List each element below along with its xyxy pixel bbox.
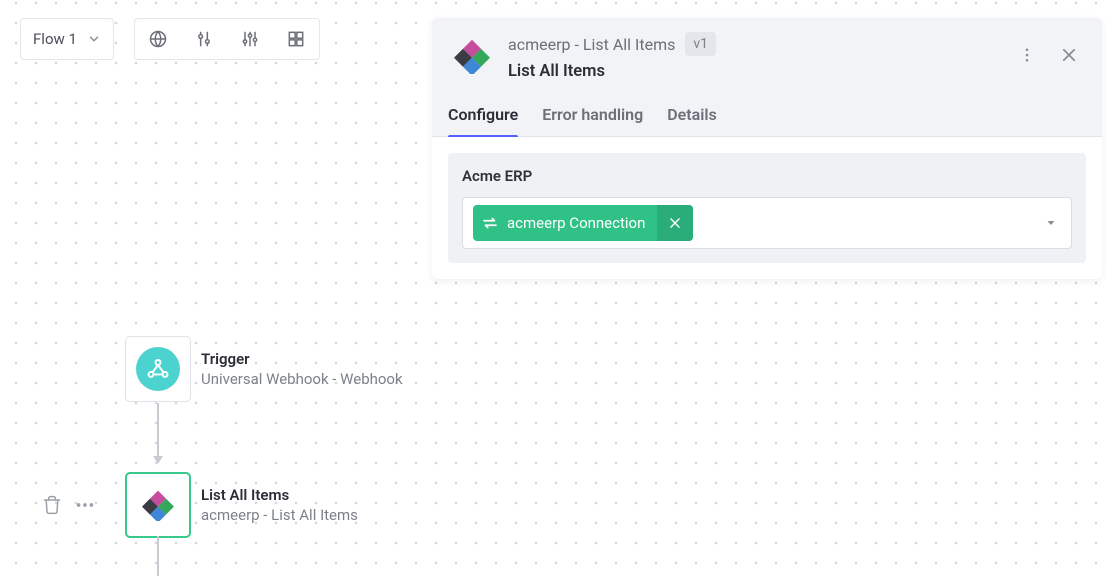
- sliders-vertical-icon: [194, 29, 214, 49]
- tab-details[interactable]: Details: [667, 105, 717, 136]
- globe-button[interactable]: [135, 19, 181, 59]
- grid-button[interactable]: [273, 19, 319, 59]
- connector-tail: [157, 536, 159, 576]
- diamond-logo-icon: [454, 38, 490, 74]
- panel-header-actions: [1010, 38, 1086, 72]
- connection-dropdown-caret[interactable]: [1045, 214, 1057, 233]
- panel-body: Acme ERP acmeerp Connection: [432, 137, 1102, 279]
- trigger-node[interactable]: Trigger Universal Webhook - Webhook: [125, 336, 403, 402]
- sliders-alt-icon: [240, 29, 260, 49]
- chevron-down-icon: [87, 32, 101, 46]
- step-subtitle: acmeerp - List All Items: [201, 506, 358, 524]
- close-icon: [1060, 46, 1078, 64]
- connection-field-block: Acme ERP acmeerp Connection: [448, 153, 1086, 263]
- panel-app-icon: [448, 32, 496, 80]
- panel-path: acmeerp - List All Items: [508, 35, 675, 54]
- panel-title-block: acmeerp - List All Items v1 List All Ite…: [508, 32, 1010, 81]
- toolbar-group: [134, 18, 320, 60]
- globe-icon: [148, 29, 168, 49]
- connection-chip-label: acmeerp Connection: [507, 214, 657, 232]
- webhook-icon: [136, 347, 180, 391]
- sliders-button[interactable]: [181, 19, 227, 59]
- grid-icon: [286, 29, 306, 49]
- step-node-card[interactable]: [125, 472, 191, 538]
- flow-selector-label: Flow 1: [33, 30, 77, 48]
- config-panel: acmeerp - List All Items v1 List All Ite…: [432, 18, 1102, 279]
- step-title: List All Items: [201, 486, 358, 504]
- caret-down-icon: [1045, 217, 1057, 229]
- close-icon: [668, 216, 682, 230]
- trigger-node-card[interactable]: [125, 336, 191, 402]
- step-more-button[interactable]: [74, 494, 96, 520]
- toolbar: Flow 1: [20, 18, 320, 60]
- panel-path-row: acmeerp - List All Items v1: [508, 32, 1010, 56]
- close-panel-button[interactable]: [1052, 38, 1086, 72]
- flow-selector[interactable]: Flow 1: [20, 18, 114, 60]
- delete-step-button[interactable]: [42, 495, 62, 519]
- more-button[interactable]: [1010, 38, 1044, 72]
- tab-configure[interactable]: Configure: [448, 105, 518, 136]
- more-vertical-icon: [1018, 46, 1036, 64]
- connection-swap-icon: [473, 214, 507, 232]
- connection-chip: acmeerp Connection: [473, 205, 693, 241]
- more-horizontal-icon: [74, 494, 96, 516]
- panel-title: List All Items: [508, 62, 1010, 81]
- panel-header: acmeerp - List All Items v1 List All Ite…: [432, 18, 1102, 81]
- trash-icon: [42, 495, 62, 515]
- step-label-block: List All Items acmeerp - List All Items: [201, 486, 358, 524]
- connector-arrow: [157, 403, 159, 463]
- step-node[interactable]: List All Items acmeerp - List All Items: [125, 472, 358, 538]
- sliders-alt-button[interactable]: [227, 19, 273, 59]
- trigger-label-block: Trigger Universal Webhook - Webhook: [201, 350, 403, 388]
- step-node-actions: [42, 494, 96, 520]
- diamond-logo-icon: [142, 489, 174, 521]
- connection-field-label: Acme ERP: [462, 167, 1072, 185]
- connection-chip-remove[interactable]: [657, 205, 693, 241]
- trigger-subtitle: Universal Webhook - Webhook: [201, 370, 403, 388]
- panel-tabs: Configure Error handling Details: [432, 81, 1102, 137]
- tab-error-handling[interactable]: Error handling: [542, 105, 643, 136]
- version-badge: v1: [685, 32, 716, 56]
- connection-field-input[interactable]: acmeerp Connection: [462, 197, 1072, 249]
- trigger-title: Trigger: [201, 350, 403, 368]
